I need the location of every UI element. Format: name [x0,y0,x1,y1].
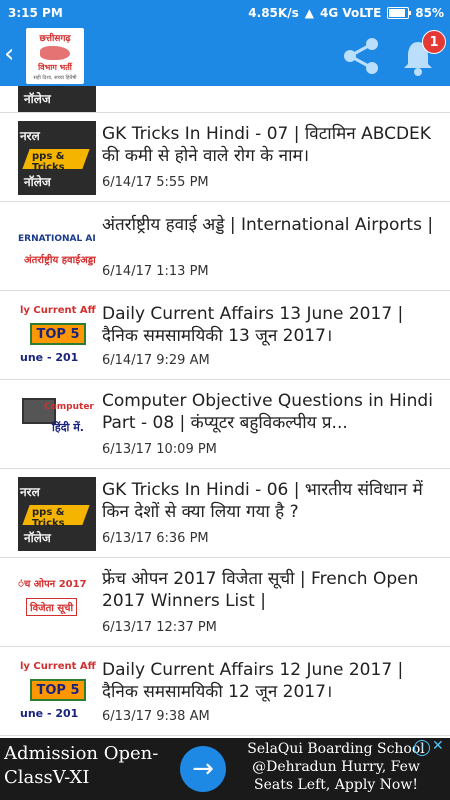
post-date: 6/14/17 9:29 AM [102,353,210,368]
info-icon[interactable]: i [414,740,430,756]
map-graphic [40,46,70,60]
post-thumbnail[interactable]: ERNATIONAL AIRPO अंतर्राष्ट्रीय हवाईअड्डा [18,210,96,284]
battery-percent: 85% [415,6,444,20]
post-list: नरलpps & Tricksनॉलेज6/14/17 10:02 PM नरल p… [0,86,450,738]
close-icon[interactable]: ✕ [432,738,444,754]
list-item[interactable]: नरलpps & Tricksनॉलेज6/14/17 10:02 PM [0,86,450,113]
notification-badge[interactable]: 1 [422,30,446,54]
thumb-text: नॉलेज [24,531,51,545]
post-date: 6/13/17 12:37 PM [102,620,217,635]
thumb-text: विजेता सूची [26,598,78,616]
thumb-text: pps & Tricks [32,507,65,529]
thumb-text: अंतर्राष्ट्रीय हवाईअड्डा [24,255,96,266]
post-thumbnail[interactable]: ly Current Affa TOP 5 une - 201 [18,655,96,729]
post-thumbnail[interactable]: ly Current Affa TOP 5 une - 201 [18,299,96,373]
back-chevron-icon[interactable]: ‹ [4,40,14,68]
signal-icon: ▲ [304,6,314,20]
status-bar: 3:15 PM 4.85K/s ▲ 4G VoLTE 85% [0,0,450,26]
list-item[interactable]: ly Current Affa TOP 5 une - 201 Daily Curre… [0,291,450,380]
list-item[interactable]: ंच ओपन 2017 विजेता सूची फ्रेंच ओपन 2017 वि… [0,558,450,647]
thumb-text: नॉलेज [24,175,51,189]
thumb-text: ly Current Affa [20,661,96,672]
post-title[interactable]: GK Tricks In Hindi - 06 | भारतीय संविधान… [102,479,442,523]
post-date: 6/14/17 1:13 PM [102,264,209,279]
thumb-text: une - 201 [20,707,79,720]
thumb-text: ERNATIONAL AIRPO [18,234,96,244]
thumb-text: pps & Tricks [32,151,65,173]
thumb-text: ly Current Affa [20,305,96,316]
app-logo: छत्तीसगढ़ विभाग भर्ती सही दिशा, सच्चा हि… [26,28,84,84]
post-title[interactable]: फ्रेंच ओपन 2017 विजेता सूची | French Ope… [102,568,442,612]
thumb-text: नॉलेज [24,92,51,106]
list-item[interactable]: नरल pps & Tricks नॉलेज GK Tricks In Hindi -… [0,113,450,202]
list-item[interactable]: ERNATIONAL AIRPO अंतर्राष्ट्रीय हवाईअड्डा… [0,202,450,291]
network-type: 4G VoLTE [319,6,382,20]
post-title[interactable]: Daily Current Affairs 12 June 2017 | दैन… [102,659,442,703]
post-thumbnail[interactable]: Computer M हिंदी में. [18,388,96,462]
thumb-text: une - 201 [20,351,79,364]
post-title[interactable]: अंतर्राष्ट्रीय हवाई अड्डे | Internationa… [102,214,442,236]
thumb-text: TOP 5 [30,323,86,345]
status-right: 4.85K/s ▲ 4G VoLTE 85% [248,6,450,20]
post-thumbnail[interactable]: ंच ओपन 2017 विजेता सूची [18,566,96,640]
thumb-text: TOP 5 [30,679,86,701]
ad-left-text[interactable]: Admission Open-ClassV-XI [4,742,176,790]
post-date: 6/13/17 10:09 PM [102,442,217,457]
app-bar: ‹ छत्तीसगढ़ विभाग भर्ती सही दिशा, सच्चा … [0,26,450,86]
ad-banner[interactable]: Admission Open-ClassV-XI → SelaQui Board… [0,738,450,800]
post-title[interactable]: Computer Objective Questions in Hindi Pa… [102,390,442,434]
post-date: 6/14/17 5:55 PM [102,175,209,190]
battery-icon [387,7,412,19]
status-time: 3:15 PM [8,6,63,20]
post-title[interactable]: GK Tricks In Hindi - 07 | विटामिन ABCDEK… [102,123,442,167]
list-item[interactable]: Computer M हिंदी में. Computer Objective Q… [0,380,450,469]
thumb-text: नरल [20,129,40,143]
list-item[interactable]: ly Current Affa TOP 5 une - 201 Daily Curre… [0,647,450,736]
post-date: 6/13/17 6:36 PM [102,531,209,546]
thumb-text: Computer M [44,402,96,412]
thumb-text: हिंदी में. [52,421,84,434]
network-speed: 4.85K/s [248,6,299,20]
thumb-text: ंच ओपन 2017 [18,579,87,590]
list-item[interactable]: नरल pps & Tricks नॉलेज GK Tricks In Hindi -… [0,469,450,558]
thumb-text: नरल [20,485,40,499]
post-date: 6/13/17 9:38 AM [102,709,210,724]
post-thumbnail[interactable]: नरलpps & Tricksनॉलेज [18,86,96,112]
arrow-right-icon[interactable]: → [180,746,226,792]
share-icon[interactable] [338,36,384,80]
post-thumbnail[interactable]: नरल pps & Tricks नॉलेज [18,121,96,195]
post-title[interactable]: Daily Current Affairs 13 June 2017 | दैन… [102,303,442,347]
ad-right-text[interactable]: SelaQui Boarding School @Dehradun Hurry,… [236,740,436,794]
post-thumbnail[interactable]: नरल pps & Tricks नॉलेज [18,477,96,551]
